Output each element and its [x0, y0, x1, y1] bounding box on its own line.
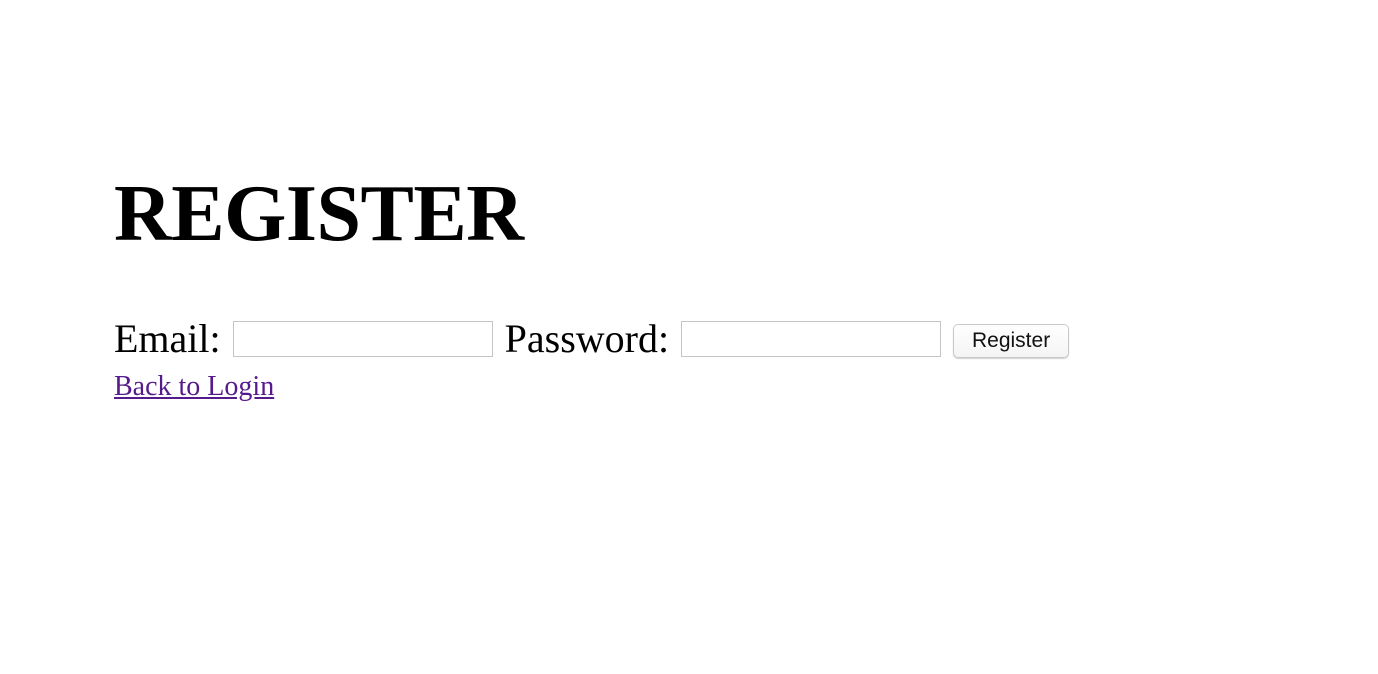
email-label: Email: [114, 316, 221, 361]
page-title: REGISTER [114, 170, 524, 258]
password-input[interactable] [681, 321, 942, 357]
password-label: Password: [504, 316, 670, 361]
register-form: Email: Password: Register [114, 316, 1070, 361]
email-input[interactable] [232, 321, 493, 357]
register-button[interactable]: Register [953, 324, 1070, 358]
back-to-login-link[interactable]: Back to Login [114, 369, 274, 405]
